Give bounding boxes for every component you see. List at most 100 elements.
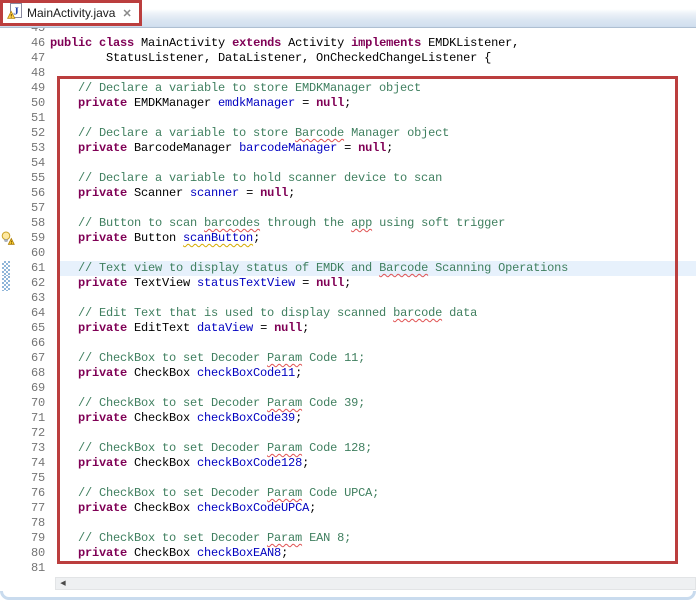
gutter-marker-space [0,28,14,36]
code-editor[interactable]: 4546public class MainActivity extends Ac… [0,28,696,576]
code-text: // Text view to display status of EMDK a… [50,261,568,276]
code-line[interactable]: 57 [0,201,696,216]
horizontal-scrollbar[interactable]: ◀ [55,577,696,590]
gutter-marker-space [0,561,14,576]
code-line[interactable]: 60 [0,246,696,261]
code-line[interactable]: 80 private CheckBox checkBoxEAN8; [0,546,696,561]
code-text: // Declare a variable to hold scanner de… [50,171,442,186]
line-number: 56 [14,186,45,201]
code-text: private Scanner scanner = null; [50,186,295,201]
gutter-marker-space [0,411,14,426]
java-file-warning-icon: J [7,3,22,24]
code-line[interactable]: 50 private EMDKManager emdkManager = nul… [0,96,696,111]
code-line[interactable]: 73 // CheckBox to set Decoder Param Code… [0,441,696,456]
gutter-marker-space [0,441,14,456]
code-text: private CheckBox checkBoxCode128; [50,456,309,471]
code-line[interactable]: 71 private CheckBox checkBoxCode39; [0,411,696,426]
code-text: private BarcodeManager barcodeManager = … [50,141,393,156]
line-number: 80 [14,546,45,561]
code-line[interactable]: 68 private CheckBox checkBoxCode11; [0,366,696,381]
code-line[interactable]: 46public class MainActivity extends Acti… [0,36,696,51]
line-number: 67 [14,351,45,366]
line-number: 48 [14,66,45,81]
line-number: 81 [14,561,45,576]
gutter-marker-space [0,216,14,231]
code-text: private Button scanButton; [50,231,260,246]
code-line[interactable]: 51 [0,111,696,126]
code-line[interactable]: 66 [0,336,696,351]
code-line[interactable]: 45 [0,28,696,36]
gutter-marker-space [0,141,14,156]
code-line[interactable]: 49 // Declare a variable to store EMDKMa… [0,81,696,96]
line-number: 72 [14,426,45,441]
tab-mainactivity[interactable]: J MainActivity.java ✕ [0,0,142,26]
gutter-marker-space [0,396,14,411]
gutter-marker-space [0,111,14,126]
editor-bottom-border [0,591,696,600]
range-indicator [0,261,14,276]
gutter-marker-space [0,66,14,81]
code-text: private EditText dataView = null; [50,321,309,336]
tab-close-icon[interactable]: ✕ [122,7,131,20]
gutter-marker-space [0,351,14,366]
gutter-marker-space [0,381,14,396]
line-number: 63 [14,291,45,306]
code-line[interactable]: 78 [0,516,696,531]
code-line[interactable]: 55 // Declare a variable to hold scanner… [0,171,696,186]
gutter-marker-space [0,366,14,381]
code-text: private CheckBox checkBoxCode11; [50,366,302,381]
gutter-marker-space [0,516,14,531]
code-line[interactable]: 67 // CheckBox to set Decoder Param Code… [0,351,696,366]
code-text: // CheckBox to set Decoder Param Code 11… [50,351,365,366]
code-line[interactable]: 65 private EditText dataView = null; [0,321,696,336]
tab-label: MainActivity.java [27,6,115,20]
code-line[interactable]: 54 [0,156,696,171]
gutter-marker-space [0,96,14,111]
line-number: 66 [14,336,45,351]
editor-tab-bar: J MainActivity.java ✕ [0,0,696,28]
code-line[interactable]: 47 StatusListener, DataListener, OnCheck… [0,51,696,66]
code-text: // CheckBox to set Decoder Param Code 39… [50,396,365,411]
svg-text:J: J [13,5,19,17]
code-line[interactable]: 76 // CheckBox to set Decoder Param Code… [0,486,696,501]
line-number: 61 [14,261,45,276]
code-line[interactable]: 69 [0,381,696,396]
code-line[interactable]: 79 // CheckBox to set Decoder Param EAN … [0,531,696,546]
code-line[interactable]: 62 private TextView statusTextView = nul… [0,276,696,291]
line-number: 69 [14,381,45,396]
line-number: 71 [14,411,45,426]
code-line[interactable]: 52 // Declare a variable to store Barcod… [0,126,696,141]
code-text: // Declare a variable to store Barcode M… [50,126,449,141]
code-line[interactable]: 48 [0,66,696,81]
code-line[interactable]: 58 // Button to scan barcodes through th… [0,216,696,231]
line-number: 76 [14,486,45,501]
code-line[interactable]: 77 private CheckBox checkBoxCodeUPCA; [0,501,696,516]
code-line[interactable]: 53 private BarcodeManager barcodeManager… [0,141,696,156]
line-number: 49 [14,81,45,96]
code-text: StatusListener, DataListener, OnCheckedC… [50,51,491,66]
line-number: 65 [14,321,45,336]
gutter-marker-space [0,531,14,546]
code-line[interactable]: 75 [0,471,696,486]
gutter-marker-space [0,156,14,171]
code-text: // CheckBox to set Decoder Param Code 12… [50,441,372,456]
code-line[interactable]: 74 private CheckBox checkBoxCode128; [0,456,696,471]
code-lines: 4546public class MainActivity extends Ac… [0,28,696,576]
code-line[interactable]: 64 // Edit Text that is used to display … [0,306,696,321]
line-number: 60 [14,246,45,261]
code-line[interactable]: 56 private Scanner scanner = null; [0,186,696,201]
scroll-left-arrow-icon[interactable]: ◀ [56,578,70,589]
line-number: 64 [14,306,45,321]
code-line[interactable]: 59 private Button scanButton; [0,231,696,246]
code-line[interactable]: 63 [0,291,696,306]
code-line[interactable]: 81 [0,561,696,576]
code-line[interactable]: 72 [0,426,696,441]
code-text: private CheckBox checkBoxEAN8; [50,546,288,561]
code-text: public class MainActivity extends Activi… [50,36,519,51]
code-line[interactable]: 61 // Text view to display status of EMD… [0,261,696,276]
code-text: // Declare a variable to store EMDKManag… [50,81,421,96]
warning-quickfix-icon[interactable] [0,231,14,246]
code-line[interactable]: 70 // CheckBox to set Decoder Param Code… [0,396,696,411]
line-number: 78 [14,516,45,531]
gutter-marker-space [0,81,14,96]
